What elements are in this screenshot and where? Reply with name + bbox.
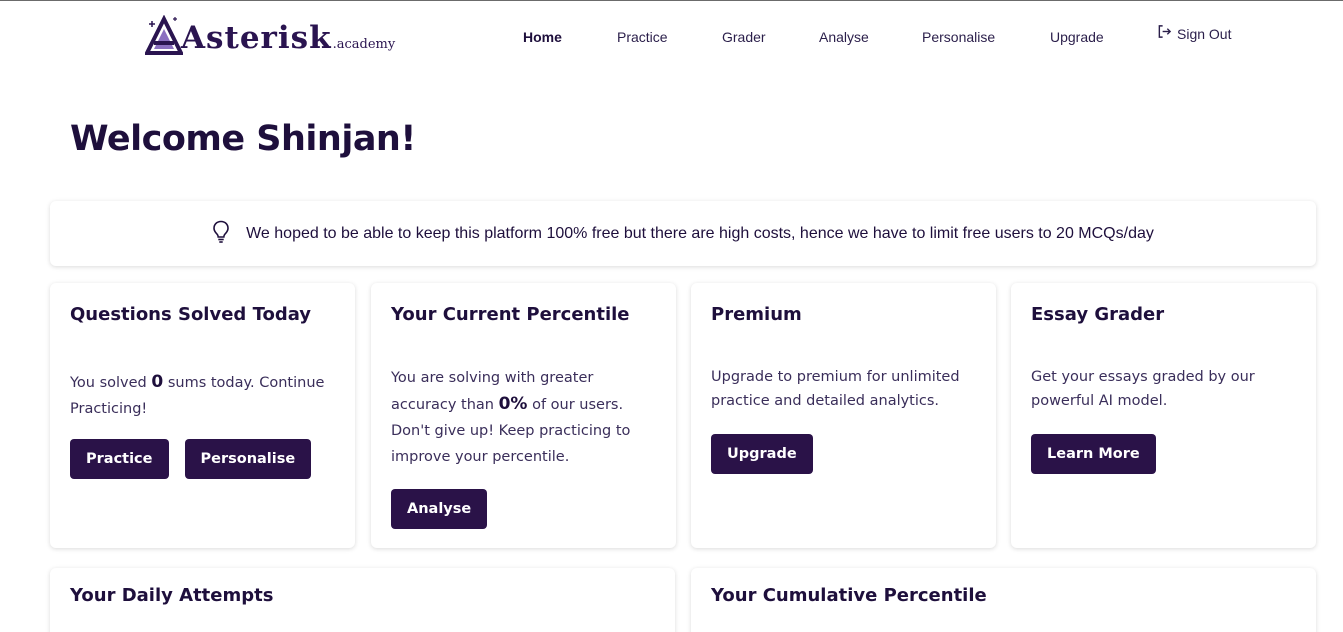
percentile-text: You are solving with greater accuracy th… (391, 370, 631, 465)
questions-count: 0 (151, 372, 164, 392)
nav-analyse[interactable]: Analyse (819, 28, 869, 46)
sign-out-icon (1157, 24, 1172, 43)
card-title: Your Current Percentile (391, 304, 630, 325)
notice-text: We hoped to be able to keep this platfor… (246, 224, 1154, 242)
analyse-button[interactable]: Analyse (391, 489, 488, 529)
sign-out-label: Sign Out (1177, 25, 1232, 42)
cumulative-percentile-title: Your Cumulative Percentile (711, 585, 987, 606)
upgrade-button[interactable]: Upgrade (711, 434, 813, 474)
daily-attempts-card: Your Daily Attempts (50, 568, 675, 632)
essay-text: Get your essays graded by our powerful A… (1031, 369, 1255, 409)
card-title: Essay Grader (1031, 304, 1165, 325)
main-nav: Home Practice Grader Analyse Personalise… (0, 25, 1343, 48)
questions-solved-text: You solved 0 sums today. Continue Practi… (70, 372, 325, 417)
sign-out-button[interactable]: Sign Out (1157, 24, 1231, 43)
learn-more-button[interactable]: Learn More (1031, 434, 1156, 474)
nav-home[interactable]: Home (523, 28, 562, 46)
current-percentile-card: Your Current Percentile You are solving … (371, 283, 676, 548)
lightbulb-icon (212, 220, 230, 248)
questions-solved-card: Questions Solved Today You solved 0 sums… (50, 283, 355, 548)
nav-practice[interactable]: Practice (617, 28, 668, 46)
cumulative-percentile-card: Your Cumulative Percentile (691, 568, 1316, 632)
card-title: Premium (711, 304, 802, 325)
practice-button[interactable]: Practice (70, 439, 169, 479)
premium-card: Premium Upgrade to premium for unlimited… (691, 283, 996, 548)
percentile-value: 0% (498, 394, 528, 414)
nav-upgrade[interactable]: Upgrade (1050, 28, 1104, 46)
nav-grader[interactable]: Grader (722, 28, 766, 46)
daily-attempts-title: Your Daily Attempts (70, 585, 274, 606)
notice-banner: We hoped to be able to keep this platfor… (50, 201, 1316, 266)
page-title: Welcome Shinjan! (70, 119, 416, 159)
header: Asterisk .academy Home Practice Grader A… (0, 1, 1343, 71)
essay-grader-card: Essay Grader Get your essays graded by o… (1011, 283, 1316, 548)
nav-personalise[interactable]: Personalise (922, 28, 995, 46)
card-title: Questions Solved Today (70, 304, 312, 325)
personalise-button[interactable]: Personalise (184, 439, 312, 479)
premium-text: Upgrade to premium for unlimited practic… (711, 369, 960, 409)
